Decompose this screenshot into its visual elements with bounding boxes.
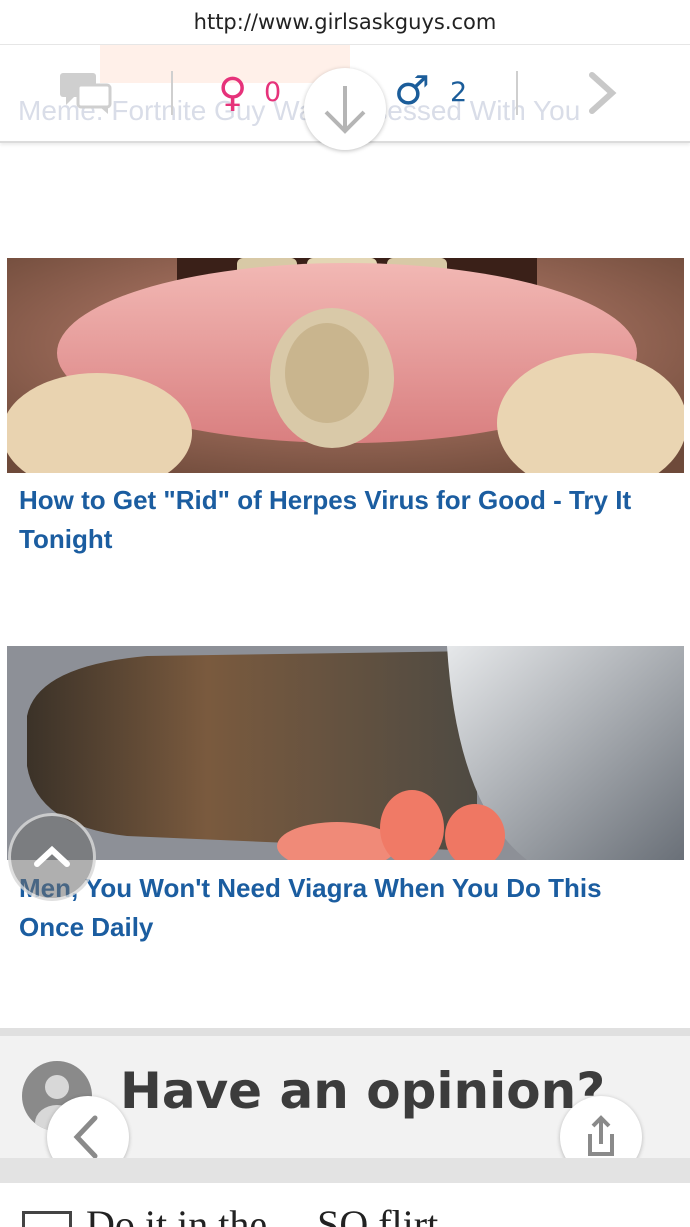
arrow-down-icon <box>324 86 366 134</box>
ad-image-2[interactable] <box>7 646 684 860</box>
url-bar[interactable]: http://www.girlsaskguys.com <box>0 0 690 45</box>
female-count[interactable]: 0 <box>264 75 281 111</box>
chevron-up-icon <box>34 845 70 867</box>
mouth-sore-photo <box>7 258 684 473</box>
ad-image-1[interactable] <box>7 258 684 473</box>
ad-title-2[interactable]: Men, You Won't Need Viagra When You Do T… <box>19 869 659 947</box>
section-divider <box>0 1158 690 1183</box>
film-icon <box>22 1211 72 1227</box>
female-icon: ♀ <box>218 70 248 116</box>
toolbar-divider <box>171 71 173 115</box>
toolbar-divider <box>516 71 518 115</box>
url-text: http://www.girlsaskguys.com <box>193 10 497 34</box>
ad-title-1[interactable]: How to Get "Rid" of Herpes Virus for Goo… <box>19 481 659 559</box>
footer-partial-text: Do it in the ... SO flirt... <box>86 1202 469 1227</box>
chat-bubbles-icon[interactable] <box>58 71 112 115</box>
chevron-right-icon[interactable] <box>584 71 620 115</box>
male-count[interactable]: 2 <box>450 75 467 111</box>
scroll-to-top-button[interactable] <box>8 813 96 901</box>
scroll-down-button[interactable] <box>304 68 386 150</box>
footer-partial: Do it in the ... SO flirt... <box>0 1183 690 1227</box>
opinion-title: Have an opinion? <box>120 1062 606 1120</box>
geoduck-clam-photo <box>7 646 684 860</box>
male-icon: ♂ <box>394 68 430 114</box>
